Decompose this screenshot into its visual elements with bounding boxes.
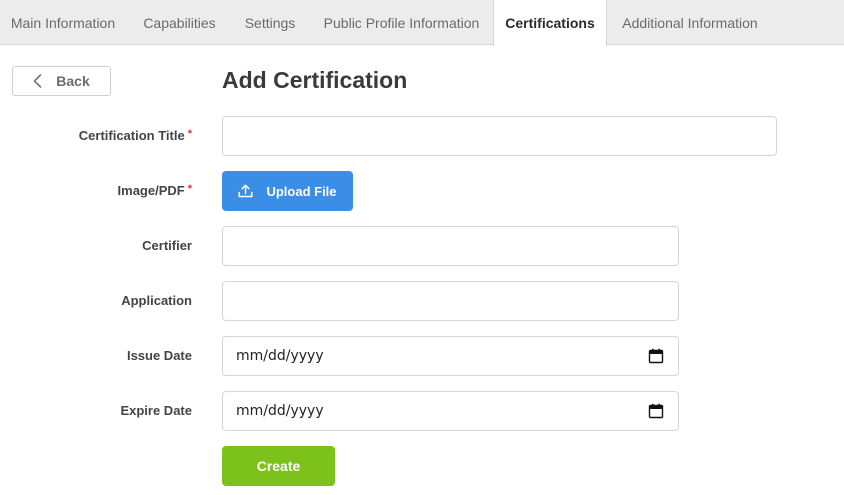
expire-date-input[interactable]: mm/dd/yyyy	[222, 391, 679, 431]
image-pdf-label: Image/PDF *	[118, 183, 192, 198]
create-button[interactable]: Create	[222, 446, 335, 486]
chevron-left-icon	[33, 74, 42, 88]
tab-public-profile-information[interactable]: Public Profile Information	[311, 0, 492, 45]
back-button[interactable]: Back	[12, 66, 111, 96]
application-input[interactable]	[223, 282, 678, 320]
issue-date-placeholder: mm/dd/yyyy	[236, 348, 324, 364]
application-field	[222, 281, 679, 321]
tab-label: Main Information	[10, 14, 116, 31]
tab-capabilities[interactable]: Capabilities	[129, 0, 230, 45]
page-title: Add Certification	[222, 67, 408, 93]
tab-settings[interactable]: Settings	[233, 0, 307, 45]
expire-date-placeholder: mm/dd/yyyy	[236, 403, 324, 419]
back-label: Back	[56, 73, 90, 89]
label-text: Issue Date	[126, 348, 192, 363]
certification-title-field	[222, 116, 777, 156]
issue-date-input[interactable]: mm/dd/yyyy	[222, 336, 679, 376]
required-mark: *	[187, 128, 192, 140]
certification-title-input[interactable]	[223, 117, 776, 155]
tab-additional-information[interactable]: Additional Information	[609, 0, 771, 45]
tab-label: Additional Information	[622, 14, 758, 31]
required-mark: *	[187, 183, 192, 195]
upload-icon	[238, 184, 254, 198]
upload-file-label: Upload File	[266, 183, 337, 199]
label-text: Image/PDF	[117, 183, 185, 198]
certification-title-label: Certification Title *	[79, 128, 192, 143]
certifier-input[interactable]	[223, 227, 678, 265]
tab-certifications[interactable]: Certifications	[493, 0, 607, 46]
tab-label: Settings	[244, 14, 296, 31]
label-text: Certifier	[142, 238, 192, 253]
issue-date-label: Issue Date	[127, 348, 192, 363]
certifier-label: Certifier	[142, 238, 192, 253]
label-text: Application	[121, 293, 192, 308]
application-label: Application	[121, 293, 192, 308]
label-text: Expire Date	[120, 403, 192, 418]
create-label: Create	[256, 458, 301, 474]
upload-file-button[interactable]: Upload File	[222, 171, 353, 211]
calendar-icon[interactable]	[648, 403, 664, 419]
tab-label: Capabilities	[143, 14, 216, 31]
expire-date-label: Expire Date	[120, 403, 192, 418]
tab-label: Certifications	[505, 15, 595, 31]
label-text: Certification Title	[78, 128, 185, 143]
calendar-icon[interactable]	[648, 348, 664, 364]
tab-main-information[interactable]: Main Information	[0, 0, 126, 45]
tab-label: Public Profile Information	[323, 14, 480, 31]
tab-bar: Main Information Capabilities Settings P…	[0, 0, 844, 46]
certifier-field	[222, 226, 679, 266]
